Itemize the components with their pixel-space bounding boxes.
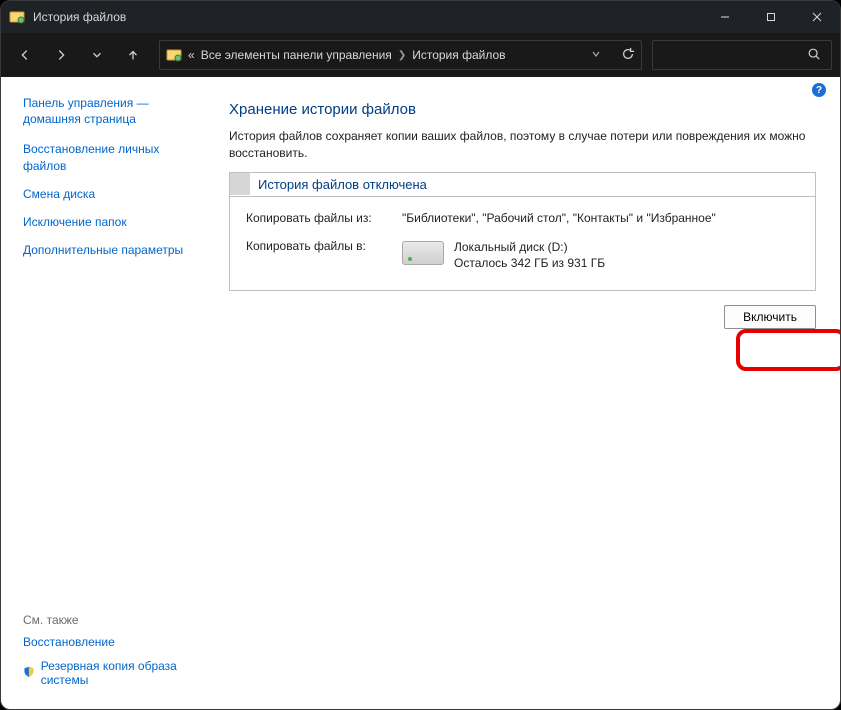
minimize-button[interactable]: [702, 1, 748, 33]
sidebar-link-exclude[interactable]: Исключение папок: [23, 214, 197, 230]
up-button[interactable]: [117, 39, 149, 71]
page-subtitle: История файлов сохраняет копии ваших фай…: [229, 128, 816, 162]
shield-icon: [23, 666, 35, 680]
sidebar-link-advanced[interactable]: Дополнительные параметры: [23, 242, 197, 258]
sidebar-link-restore[interactable]: Восстановление личных файлов: [23, 141, 197, 173]
status-body: Копировать файлы из: "Библиотеки", "Рабо…: [230, 196, 815, 291]
related-link-recovery[interactable]: Восстановление: [23, 635, 197, 649]
copy-from-row: Копировать файлы из: "Библиотеки", "Рабо…: [246, 211, 799, 225]
copy-to-row: Копировать файлы в: Локальный диск (D:) …: [246, 239, 799, 273]
copy-from-value: "Библиотеки", "Рабочий стол", "Контакты"…: [402, 211, 799, 225]
status-box: История файлов отключена Копировать файл…: [229, 172, 816, 292]
enable-button[interactable]: Включить: [724, 305, 816, 329]
status-title: История файлов отключена: [250, 173, 435, 196]
close-button[interactable]: [794, 1, 840, 33]
copy-to-label: Копировать файлы в:: [246, 239, 402, 273]
drive-text: Локальный диск (D:) Осталось 342 ГБ из 9…: [454, 239, 605, 273]
related-link-system-image[interactable]: Резервная копия образа системы: [23, 659, 197, 687]
forward-button[interactable]: [45, 39, 77, 71]
search-box[interactable]: [652, 40, 832, 70]
titlebar: История файлов: [1, 1, 840, 33]
page-heading: Хранение истории файлов: [229, 101, 816, 118]
window-title: История файлов: [33, 10, 702, 24]
drive-icon: [402, 241, 444, 265]
main-panel: Хранение истории файлов История файлов с…: [205, 77, 840, 709]
back-button[interactable]: [9, 39, 41, 71]
status-square-icon: [230, 173, 250, 195]
recent-dropdown[interactable]: [81, 39, 113, 71]
related-title: См. также: [23, 613, 197, 627]
drive-name: Локальный диск (D:): [454, 239, 605, 256]
content-area: ? Панель управления — домашняя страница …: [1, 77, 840, 709]
breadcrumb-prefix: «: [188, 48, 195, 62]
toolbar: « Все элементы панели управления ❯ Истор…: [1, 33, 840, 77]
refresh-button[interactable]: [621, 47, 635, 64]
window-controls: [702, 1, 840, 33]
sidebar-link-change-drive[interactable]: Смена диска: [23, 186, 197, 202]
breadcrumb-segment-1[interactable]: Все элементы панели управления: [201, 48, 392, 62]
maximize-button[interactable]: [748, 1, 794, 33]
search-icon: [807, 47, 821, 64]
chevron-right-icon: ❯: [398, 50, 406, 61]
breadcrumb-dropdown[interactable]: [591, 48, 601, 62]
app-icon: [9, 9, 25, 25]
drive-space: Осталось 342 ГБ из 931 ГБ: [454, 255, 605, 272]
action-row: Включить: [229, 305, 816, 329]
status-header: История файлов отключена: [230, 173, 815, 196]
sidebar-home-link[interactable]: Панель управления — домашняя страница: [23, 95, 197, 127]
copy-from-label: Копировать файлы из:: [246, 211, 402, 225]
window: История файлов « Все элементы панели упр…: [0, 0, 841, 710]
sidebar: Панель управления — домашняя страница Во…: [1, 77, 205, 709]
breadcrumb[interactable]: « Все элементы панели управления ❯ Истор…: [159, 40, 642, 70]
tutorial-highlight: [736, 329, 841, 371]
breadcrumb-icon: [166, 47, 182, 63]
breadcrumb-segment-2[interactable]: История файлов: [412, 48, 505, 62]
copy-to-value: Локальный диск (D:) Осталось 342 ГБ из 9…: [402, 239, 799, 273]
